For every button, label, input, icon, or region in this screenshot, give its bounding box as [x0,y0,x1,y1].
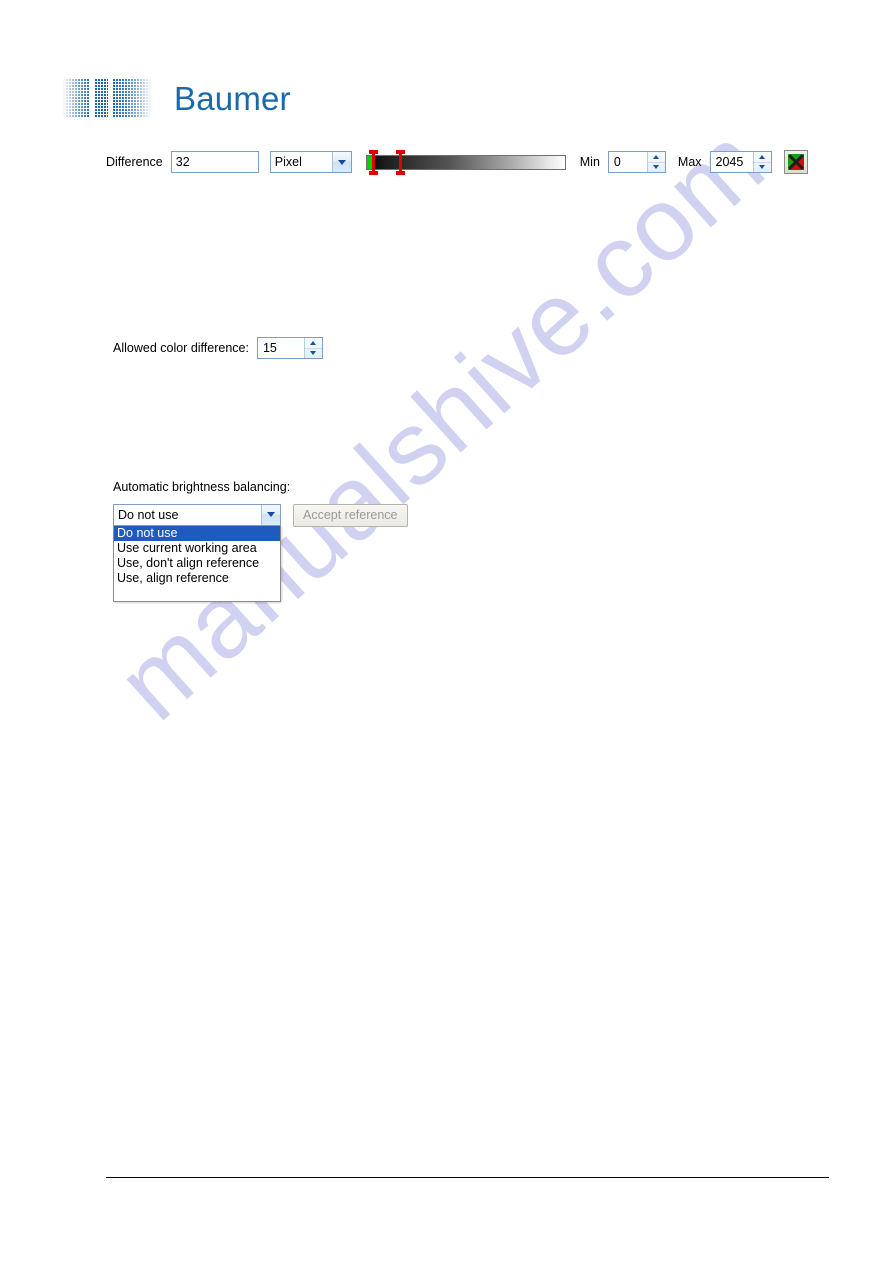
brightness-controls-row: Do not use Do not use Use current workin… [113,503,408,602]
allowed-color-difference-label: Allowed color difference: [113,340,249,355]
difference-input[interactable]: 32 [170,151,259,173]
unit-select-arrow-button[interactable] [331,152,351,172]
dropdown-empty-space [114,585,280,601]
brightness-select-arrow-button[interactable] [261,504,280,525]
difference-label: Difference [106,154,163,169]
difference-row: Difference 32 Pixel Min 0 Max 2045 [106,149,808,175]
logo-block-middle-icon [94,78,108,118]
max-stepper-increment-button[interactable] [753,152,771,163]
dropdown-option-use-dont-align-reference[interactable]: Use, don't align reference [114,556,280,571]
logo-wordmark: Baumer [174,79,291,117]
max-label: Max [677,154,702,169]
allowed-color-difference-value: 15 [262,341,277,355]
range-marker-stem-icon [398,153,402,172]
allowed-color-difference-row: Allowed color difference: 15 [113,337,323,359]
max-stepper-decrement-button[interactable] [754,163,771,173]
min-stepper[interactable]: 0 [607,151,666,173]
brightness-select-dropdown[interactable]: Do not use Use current working area Use,… [113,525,281,602]
range-marker-stem-icon [371,153,375,172]
range-marker-max[interactable] [395,150,405,175]
allowed-color-stepper-buttons[interactable] [303,338,322,359]
max-stepper-buttons[interactable] [752,152,771,173]
reset-range-button[interactable] [783,150,808,174]
logo-block-left-icon [62,78,90,118]
max-stepper-value: 2045 [715,155,744,169]
min-stepper-decrement-button[interactable] [648,163,665,173]
caret-up-icon [310,340,317,345]
caret-up-icon [759,154,766,159]
max-stepper[interactable]: 2045 [709,151,772,173]
min-label: Min [579,154,600,169]
threshold-range-slider[interactable] [365,149,566,175]
footer-divider [106,1177,829,1178]
page-watermark: manualshive.com [0,0,893,1263]
brightness-select-stack: Do not use Do not use Use current workin… [113,503,281,602]
dropdown-option-use-current-working-area[interactable]: Use current working area [114,541,280,556]
unit-select[interactable]: Pixel [269,151,352,173]
dropdown-option-do-not-use[interactable]: Do not use [114,525,280,541]
watermark-text: manualshive.com [95,104,787,743]
dropdown-option-use-align-reference[interactable]: Use, align reference [114,571,280,586]
accept-reference-button[interactable]: Accept reference [293,503,408,527]
allowed-color-increment-button[interactable] [304,338,322,349]
range-marker-min[interactable] [368,150,378,175]
baumer-logo: Baumer [62,74,291,122]
allowed-color-decrement-button[interactable] [305,349,322,359]
green-red-x-icon [787,154,804,170]
caret-up-icon [653,154,660,159]
range-marker-cap-bottom-icon [395,171,405,175]
brightness-select[interactable]: Do not use [113,503,281,526]
range-marker-cap-bottom-icon [368,171,378,175]
min-stepper-increment-button[interactable] [647,152,665,163]
logo-halftone-marks [62,78,156,118]
min-stepper-value: 0 [613,155,621,169]
automatic-brightness-balancing-label: Automatic brightness balancing: [113,480,291,494]
chevron-down-icon [337,159,346,165]
caret-down-icon [310,351,317,356]
automatic-brightness-balancing-section: Automatic brightness balancing: Do not u… [113,480,408,602]
allowed-color-difference-stepper[interactable]: 15 [256,337,323,359]
min-stepper-buttons[interactable] [646,152,665,173]
brightness-select-value: Do not use [118,507,179,522]
logo-block-right-icon [112,78,152,118]
chevron-down-icon [267,512,275,517]
caret-down-icon [759,165,766,170]
caret-down-icon [653,165,660,170]
unit-select-value: Pixel [274,155,302,169]
